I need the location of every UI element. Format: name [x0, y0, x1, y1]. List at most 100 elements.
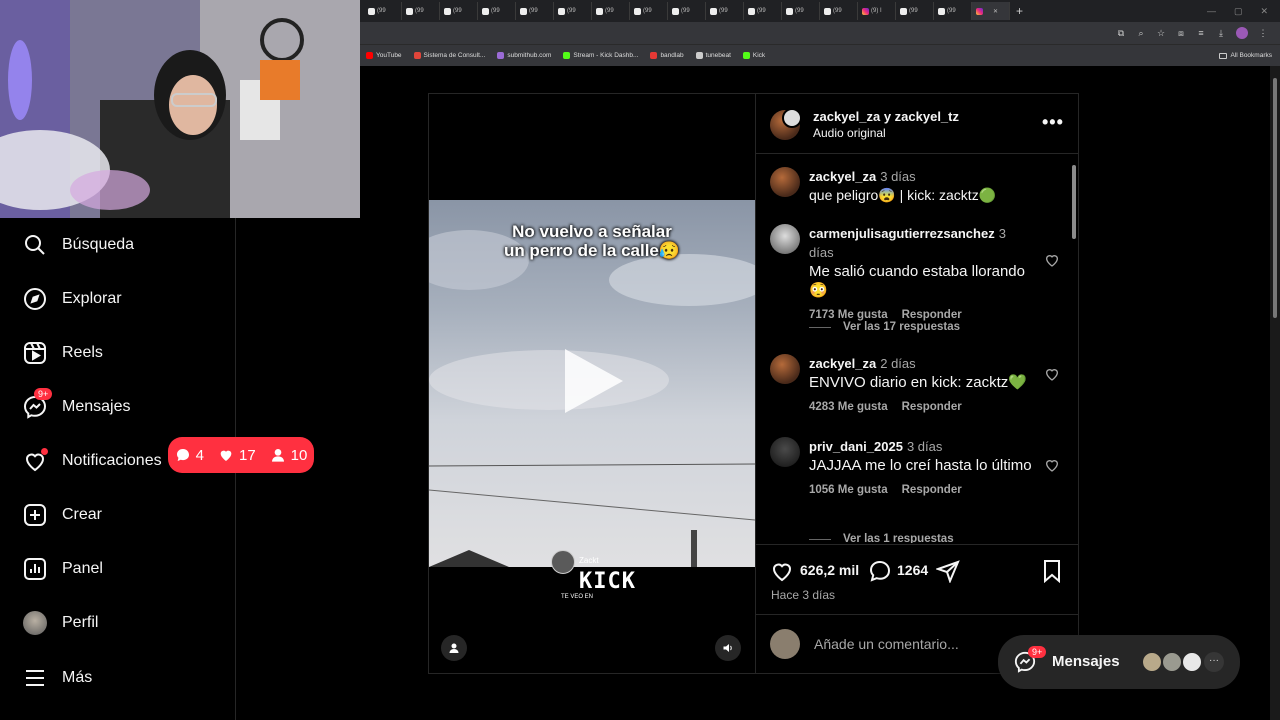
- sidebar-item-reels[interactable]: Reels: [22, 340, 103, 366]
- browser-tab[interactable]: (99: [554, 2, 592, 20]
- browser-tab[interactable]: (99: [516, 2, 554, 20]
- zoom-icon[interactable]: ⌕: [1136, 28, 1146, 38]
- sidebar-item-messages[interactable]: 9+ Mensajes: [22, 388, 130, 420]
- reply-button[interactable]: Responder: [902, 484, 962, 496]
- bookmark-item[interactable]: Sistema de Consult...: [413, 52, 485, 59]
- bookmark-item[interactable]: YouTube: [366, 52, 402, 59]
- comment-username[interactable]: priv_dani_2025: [809, 439, 903, 454]
- all-bookmarks[interactable]: All Bookmarks: [1219, 52, 1280, 59]
- download-icon[interactable]: ⤓: [1216, 28, 1226, 38]
- messages-popup[interactable]: 9+ Mensajes ···: [998, 635, 1240, 689]
- sidebar-item-search[interactable]: Búsqueda: [22, 232, 134, 258]
- bookmark-star-icon[interactable]: ☆: [1156, 28, 1166, 38]
- post-details: zackyel_za y zackyel_tz Audio original •…: [755, 94, 1079, 673]
- like-heart-icon[interactable]: [1044, 252, 1060, 268]
- browser-tab[interactable]: (99: [478, 2, 516, 20]
- post-authors[interactable]: zackyel_za y zackyel_tz: [813, 109, 959, 124]
- browser-tab[interactable]: (99: [402, 2, 440, 20]
- follower-count: 10: [290, 446, 308, 464]
- cast-icon[interactable]: ⧉: [1116, 28, 1126, 38]
- scrollbar-thumb[interactable]: [1072, 165, 1076, 239]
- reply-button[interactable]: Responder: [902, 309, 962, 321]
- comments-scrollbar[interactable]: [1070, 155, 1078, 543]
- comment-username[interactable]: zackyel_za: [809, 169, 876, 184]
- sidebar-item-explore[interactable]: Explorar: [22, 286, 122, 312]
- bookmark-label: bandlab: [660, 52, 684, 59]
- browser-tab[interactable]: (9) I: [858, 2, 896, 20]
- like-heart-icon[interactable]: [1044, 366, 1060, 382]
- browser-tab[interactable]: (99: [592, 2, 630, 20]
- browser-tab[interactable]: (99: [440, 2, 478, 20]
- comment-likes[interactable]: 4283 Me gusta: [809, 401, 888, 413]
- tab-label: (99: [529, 8, 538, 14]
- bookmark-item[interactable]: tunebeat: [695, 52, 731, 59]
- sidebar-item-more[interactable]: Más: [22, 665, 92, 691]
- comment-username[interactable]: carmenjulisagutierrezsanchez: [809, 226, 995, 241]
- comment-count[interactable]: 1264: [897, 562, 928, 578]
- media-icon[interactable]: ≡: [1196, 28, 1206, 38]
- like-notifications: 17: [218, 447, 256, 464]
- close-window-button[interactable]: ✕: [1260, 6, 1268, 17]
- comment-input[interactable]: [814, 636, 1014, 652]
- sidebar-item-notifications[interactable]: Notificaciones: [22, 448, 162, 474]
- comment-item: priv_dani_2025 3 días JAJJAA me lo creí h…: [770, 437, 1060, 517]
- bookmark-favicon-icon: [563, 52, 571, 59]
- view-replies[interactable]: Ver las 1 respuestas: [809, 533, 954, 543]
- browser-tab[interactable]: (99: [668, 2, 706, 20]
- view-replies[interactable]: Ver las 17 respuestas: [809, 321, 960, 333]
- bookmark-icon[interactable]: [1040, 559, 1064, 583]
- page-scrollbar[interactable]: [1270, 66, 1280, 720]
- browser-tab[interactable]: (99: [364, 2, 402, 20]
- bookmark-item[interactable]: bandlab: [650, 52, 684, 59]
- mute-button[interactable]: [715, 635, 741, 661]
- avatar[interactable]: [770, 167, 800, 197]
- comment-username[interactable]: zackyel_za: [809, 356, 876, 371]
- browser-tab[interactable]: (99: [896, 2, 934, 20]
- minimize-button[interactable]: —: [1207, 6, 1216, 17]
- comment-icon[interactable]: [868, 559, 892, 583]
- browser-tab[interactable]: (99: [934, 2, 972, 20]
- comment-likes[interactable]: 1056 Me gusta: [809, 484, 888, 496]
- avatar[interactable]: [770, 437, 800, 467]
- tagged-users-button[interactable]: [441, 635, 467, 661]
- browser-tab[interactable]: (99: [744, 2, 782, 20]
- sidebar-item-create[interactable]: Crear: [22, 502, 102, 528]
- bookmark-favicon-icon: [650, 52, 658, 59]
- like-heart-icon[interactable]: [770, 559, 794, 583]
- new-tab-button[interactable]: +: [1016, 4, 1023, 18]
- sidebar-item-dashboard[interactable]: Panel: [22, 556, 103, 582]
- avatar: [1142, 652, 1162, 672]
- comment-time: 3 días: [906, 439, 943, 454]
- browser-tab[interactable]: (99: [706, 2, 744, 20]
- reply-button[interactable]: Responder: [902, 401, 962, 413]
- play-icon[interactable]: [565, 349, 623, 413]
- bookmark-item[interactable]: submithub.com: [497, 52, 551, 59]
- browser-tab[interactable]: (99: [820, 2, 858, 20]
- coauthor-avatar[interactable]: [782, 108, 802, 128]
- share-icon[interactable]: [936, 559, 960, 583]
- avatar[interactable]: [770, 224, 800, 254]
- scrollbar-thumb[interactable]: [1273, 78, 1277, 318]
- bookmark-item[interactable]: Kick: [742, 52, 765, 59]
- extensions-icon[interactable]: ⧈: [1176, 28, 1186, 38]
- maximize-button[interactable]: ▢: [1234, 6, 1243, 17]
- browser-tab[interactable]: (99: [630, 2, 668, 20]
- close-tab-icon[interactable]: ✕: [993, 8, 998, 15]
- browser-tab[interactable]: ✕: [972, 2, 1010, 20]
- comment-likes[interactable]: 7173 Me gusta: [809, 309, 888, 321]
- browser-menu-icon[interactable]: ⋮: [1258, 28, 1268, 38]
- reel-video[interactable]: No vuelvo a señalar un perro de la calle…: [429, 94, 755, 673]
- more-options-icon[interactable]: •••: [1042, 112, 1064, 133]
- like-heart-icon[interactable]: [1044, 457, 1060, 473]
- profile-avatar[interactable]: [1236, 27, 1248, 39]
- tiktok-icon: [634, 7, 641, 15]
- tab-label: (99: [795, 8, 804, 14]
- notifications-popup[interactable]: 4 17 10: [168, 437, 314, 473]
- browser-tab[interactable]: (99: [782, 2, 820, 20]
- like-count[interactable]: 626,2 mil: [800, 562, 859, 578]
- comment-text: que peligro😨 | kick: zacktz🟢: [809, 187, 997, 203]
- avatar[interactable]: [770, 354, 800, 384]
- bookmark-item[interactable]: Stream - Kick Dashb...: [563, 52, 638, 59]
- audio-link[interactable]: Audio original: [813, 126, 886, 140]
- sidebar-item-profile[interactable]: Perfil: [22, 610, 98, 636]
